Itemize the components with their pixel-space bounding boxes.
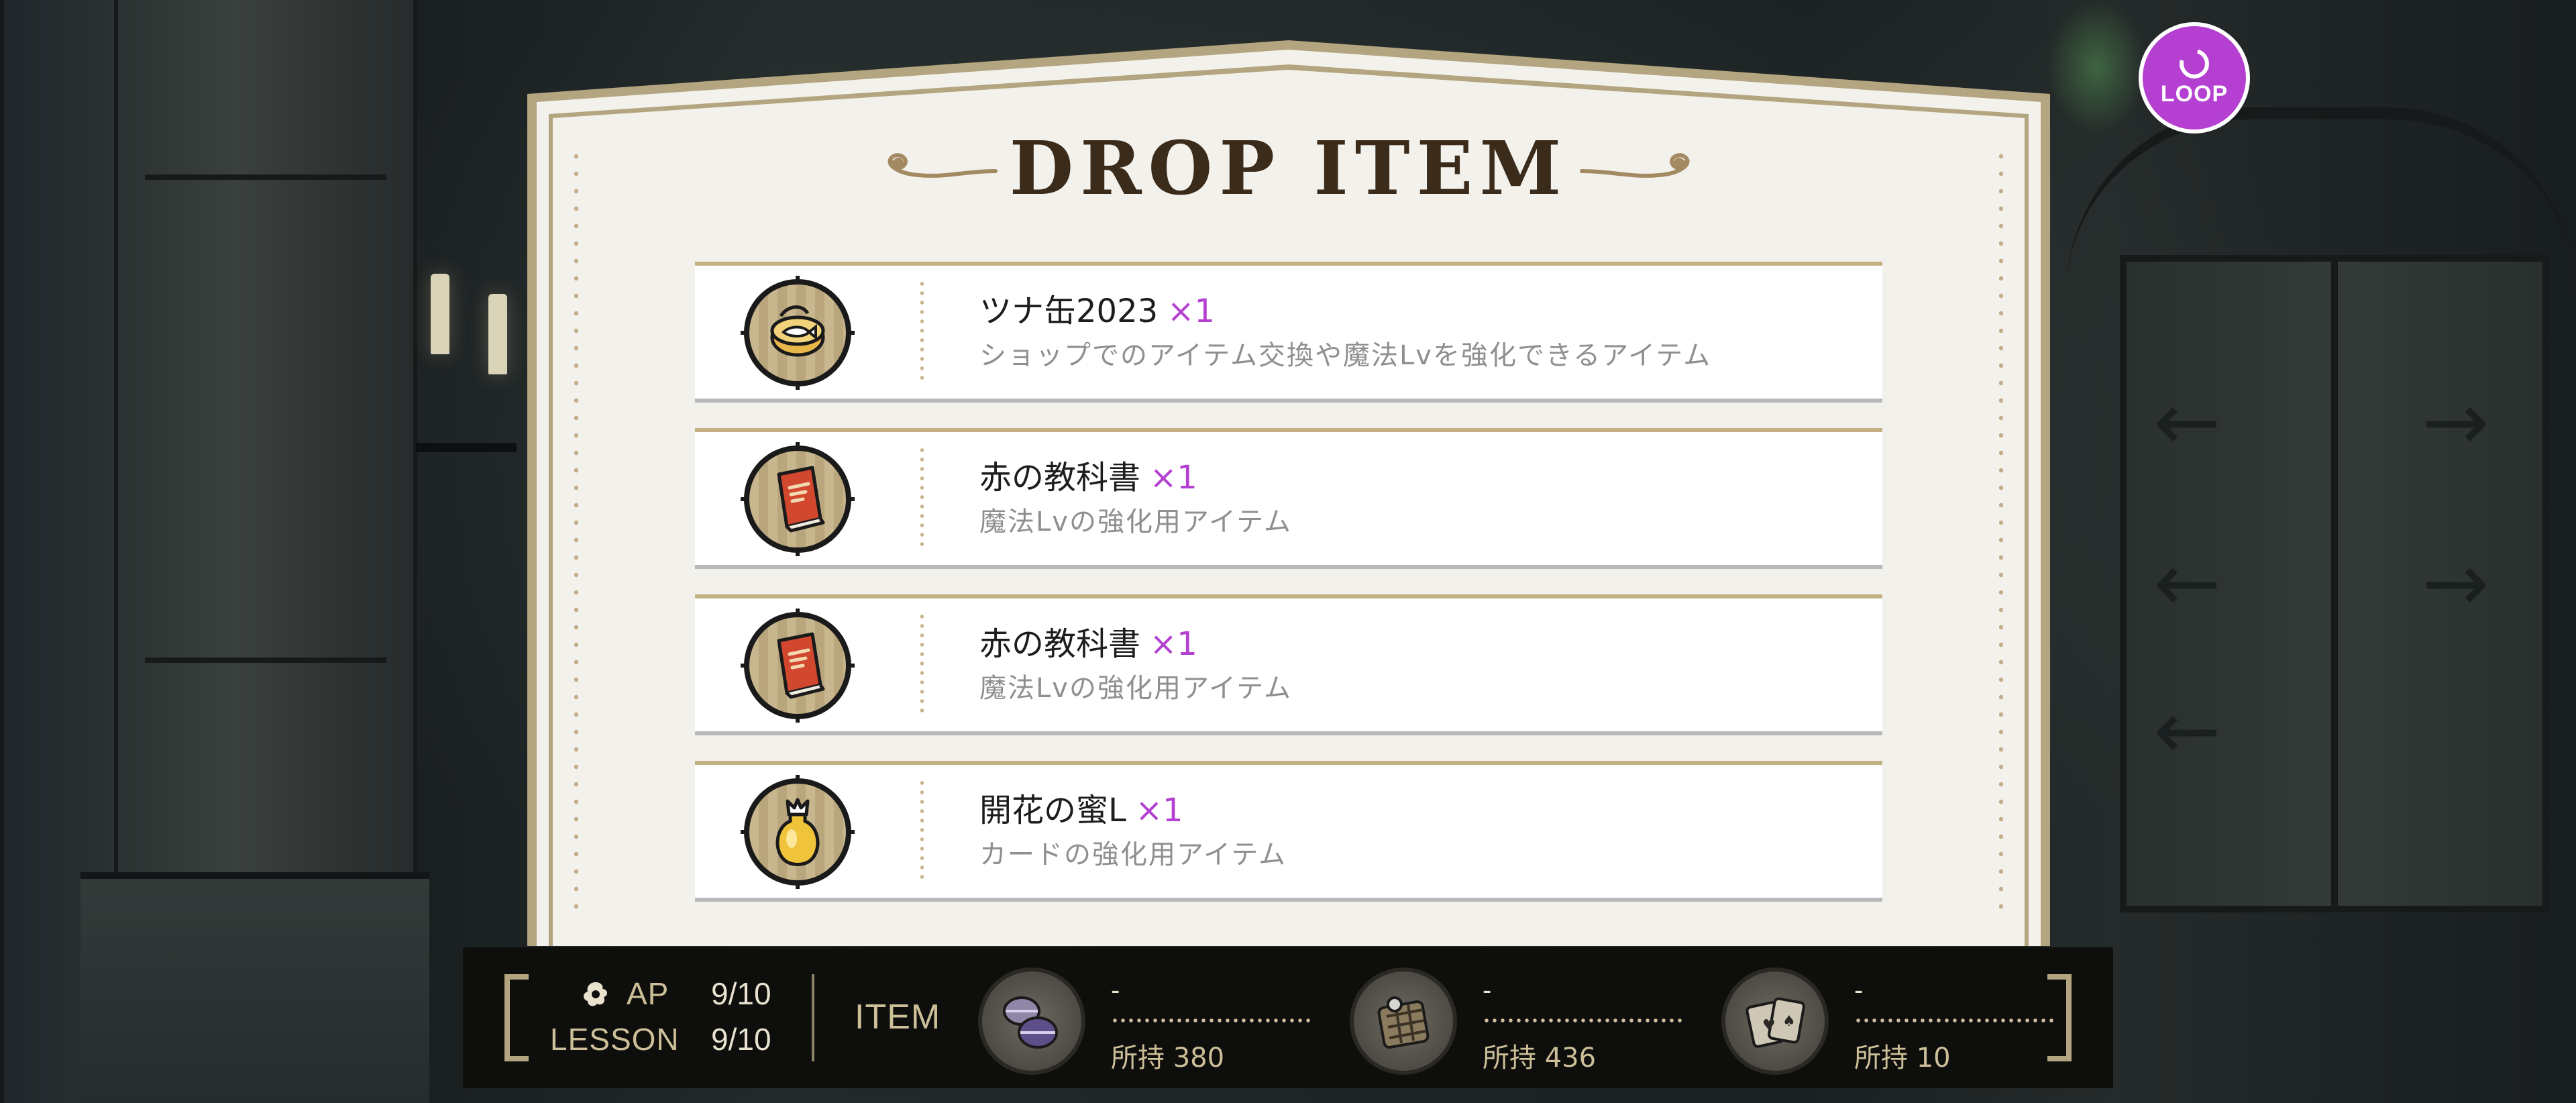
flourish-left-icon [888,153,998,178]
red-textbook-icon [744,612,851,719]
item-name: 赤の教科書 [979,625,1141,663]
arrow-right-icon: → [2422,537,2489,630]
background-pillar-base [80,872,429,1103]
flourish-right-icon [1580,153,1690,178]
item-description: ショップでのアイテム交換や魔法Lvを強化できるアイテム [979,340,1712,371]
lesson-label: LESSON [550,1022,680,1057]
svg-text:♥: ♥ [1762,1017,1776,1034]
item-name: 開花の蜜L [979,792,1126,829]
resource-owned: 所持 10 [1854,1043,1951,1073]
item-quantity: ×1 [1150,625,1197,663]
resource-owned: 所持 380 [1111,1043,1225,1073]
lamp-glow [2046,0,2147,134]
item-quantity: ×1 [1167,293,1215,330]
loop-icon [2174,43,2215,84]
tuna-can-icon [744,279,851,386]
red-textbook-icon [744,445,851,553]
hud-divider [812,974,814,1061]
drop-item-row[interactable]: 赤の教科書 ×1 魔法Lvの強化用アイテム [695,428,1882,569]
ap-icon [584,982,608,1006]
honey-jar-icon [744,778,851,886]
item-quantity: ×1 [1150,459,1197,496]
arrow-right-icon: → [2422,376,2489,469]
loop-button[interactable]: LOOP [2139,22,2250,134]
panel-title-row: DROP ITEM [527,121,2050,215]
candle-icon [488,294,507,374]
item-quantity: ×1 [1135,792,1183,829]
waffle-icon [1350,967,1457,1075]
bracket-left [504,974,529,1061]
bracket-right [2047,974,2072,1061]
background-door: ← ← ← → → [2120,255,2549,912]
item-description: カードの強化用アイテム [979,839,1287,870]
item-description: 魔法Lvの強化用アイテム [979,507,1292,537]
ap-value: 9/10 [711,976,771,1011]
resource-gain: - [1854,976,1864,1005]
drop-item-list: ツナ缶2023 ×1 ショップでのアイテム交換や魔法Lvを強化できるアイテム 赤… [695,262,1882,927]
arrow-left-icon: ← [2153,376,2221,469]
panel-border-dots [574,148,578,919]
ap-label: AP [627,976,669,1011]
svg-text:♠: ♠ [1782,1013,1796,1030]
item-label: ITEM [855,998,941,1037]
drop-item-row[interactable]: ツナ缶2023 ×1 ショップでのアイテム交換や魔法Lvを強化できるアイテム [695,262,1882,403]
item-name: ツナ缶2023 [979,293,1159,330]
drop-item-row[interactable]: 開花の蜜L ×1 カードの強化用アイテム [695,761,1882,902]
status-bar: AP 9/10 LESSON 9/10 ITEM - 所持 380 - 所持 4… [463,947,2113,1088]
arrow-left-icon: ← [2153,684,2221,778]
panel-border-dots [1999,148,2003,919]
playing-cards-icon: ♥ ♠ [1721,967,1829,1075]
drop-item-panel: DROP ITEM ツナ缶2023 ×1 ショップでのアイテム交換や魔法Lvを強… [527,40,2050,946]
arrow-left-icon: ← [2153,537,2221,630]
loop-label: LOOP [2160,81,2229,107]
item-description: 魔法Lvの強化用アイテム [979,673,1292,704]
lesson-value: 9/10 [711,1022,771,1057]
panel-title: DROP ITEM [1009,124,1568,211]
candle-icon [431,274,449,354]
resource-gain: - [1111,976,1120,1005]
resource-gain: - [1483,976,1492,1005]
game-screen: ← ← ← → → LOOP DROP ITEM ツナ缶2023 ×1 ショップ… [0,0,2576,1103]
item-name: 赤の教科書 [979,459,1141,496]
resource-owned: 所持 436 [1483,1043,1597,1073]
macaron-icon [978,967,1085,1075]
drop-item-row[interactable]: 赤の教科書 ×1 魔法Lvの強化用アイテム [695,594,1882,735]
